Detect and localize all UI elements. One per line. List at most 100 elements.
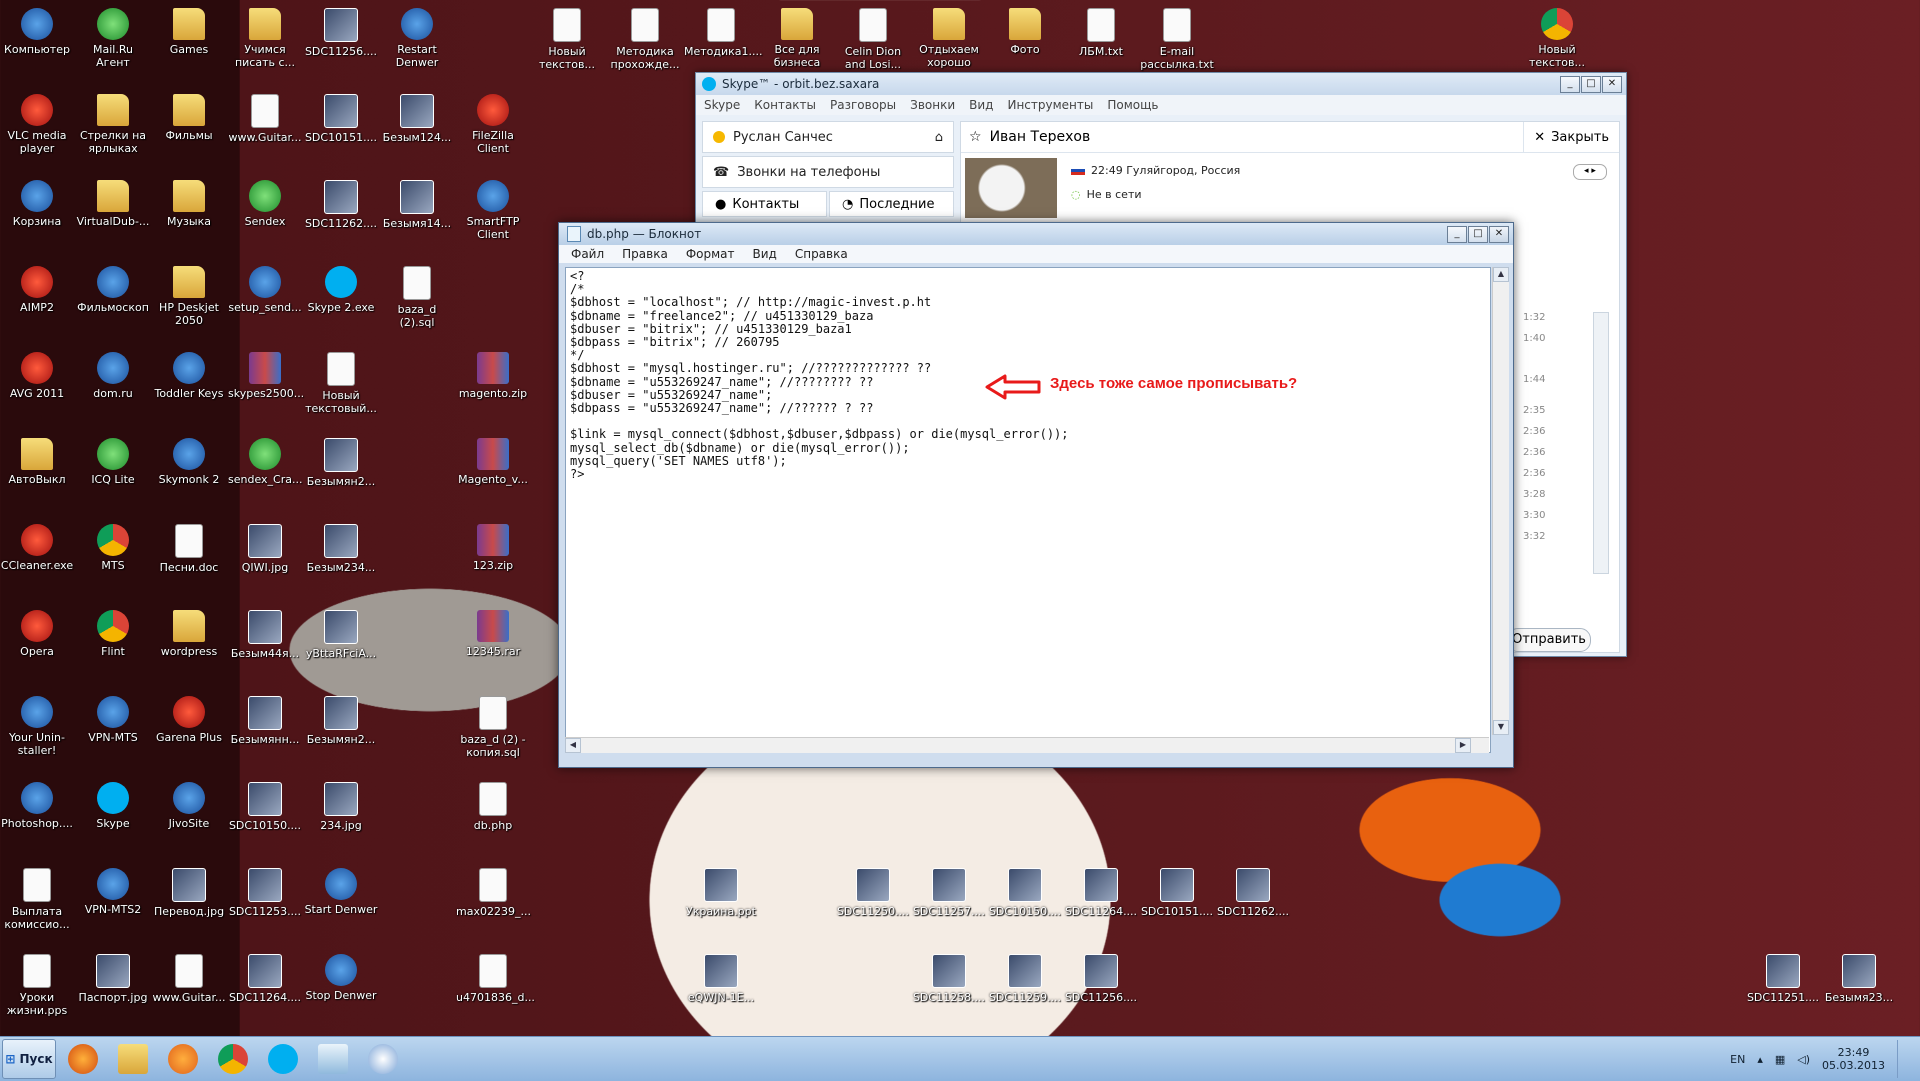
tab-recent[interactable]: ◔ Последние [829,191,954,217]
notepad-window[interactable]: db.php — Блокнот _ □ ✕ Файл Правка Формат В… [558,222,1514,768]
text-editor[interactable]: <? /* $dbhost = "localhost"; // http://m… [565,267,1491,753]
desktop-icon[interactable]: MTS [76,524,150,572]
desktop-icon[interactable]: QIWI.jpg [228,524,302,574]
chat-scrollbar[interactable] [1593,312,1609,574]
desktop-icon[interactable]: SDC11264.... [1064,868,1138,918]
taskbar-button[interactable] [260,1040,306,1078]
desktop-icon[interactable]: JivoSite [152,782,226,830]
desktop-icon[interactable]: SDC10150.... [228,782,302,832]
desktop-icon[interactable]: SDC11257.... [912,868,986,918]
star-icon[interactable]: ☆ [969,129,982,145]
notepad-menu-item[interactable]: Вид [753,247,777,261]
desktop-icon[interactable]: Фото [988,8,1062,56]
minimize-button[interactable]: _ [1447,225,1467,243]
desktop-icon[interactable]: Flint [76,610,150,658]
close-button[interactable]: ✕ [1489,225,1509,243]
desktop-icon[interactable]: Безымянн... [228,696,302,746]
desktop-icon[interactable]: Start Denwer [304,868,378,916]
volume-icon[interactable]: ◁) [1797,1053,1810,1066]
desktop-icon[interactable]: SDC11262.... [304,180,378,230]
desktop-icon[interactable]: SDC10151.... [1140,868,1214,918]
skype-menu-item[interactable]: Вид [969,98,993,112]
desktop-icon[interactable]: ЛБМ.txt [1064,8,1138,58]
taskbar-button[interactable] [210,1040,256,1078]
desktop-icon[interactable]: Все для бизнеса [760,8,834,69]
desktop-icon[interactable]: CCleaner.exe [0,524,74,572]
notepad-titlebar[interactable]: db.php — Блокнот _ □ ✕ [559,223,1513,245]
history-nav[interactable]: ◂ ▸ [1573,164,1607,180]
desktop-icon[interactable]: u4701836_d... [456,954,535,1004]
desktop-icon[interactable]: Безымян2... [304,696,378,746]
taskbar-button[interactable] [160,1040,206,1078]
desktop-icon[interactable]: Безымян2... [304,438,378,488]
desktop-icon[interactable]: Skype 2.exe [304,266,378,314]
notepad-menu-item[interactable]: Справка [795,247,848,261]
desktop-icon[interactable]: SDC10150.... [988,868,1062,918]
horizontal-scrollbar[interactable]: ◀ ▶ [565,737,1489,753]
desktop-icon[interactable]: Skymonk 2 [152,438,226,486]
desktop-icon[interactable]: Your Unin-staller! [0,696,74,757]
skype-menu-item[interactable]: Разговоры [830,98,896,112]
desktop-icon[interactable]: VLC media player [0,94,74,155]
notepad-menu-item[interactable]: Файл [571,247,604,261]
taskbar-button[interactable] [110,1040,156,1078]
skype-titlebar[interactable]: Skype™ - orbit.bez.saxara _ □ ✕ [696,73,1626,95]
close-button[interactable]: ✕ [1602,75,1622,93]
scroll-right-icon[interactable]: ▶ [1455,738,1471,753]
vertical-scrollbar[interactable]: ▲ ▼ [1492,267,1509,735]
send-button[interactable]: Отправить [1507,628,1591,652]
desktop-icon[interactable]: www.Guitar... [152,954,226,1004]
skype-menu-item[interactable]: Контакты [754,98,816,112]
desktop-icon[interactable]: eQWJN-1E... [684,954,758,1004]
clock[interactable]: 23:49 05.03.2013 [1822,1046,1885,1072]
desktop-icon[interactable]: Celin Dion and Losi... [836,8,910,71]
desktop-icon[interactable]: SDC11256.... [1064,954,1138,1004]
desktop-icon[interactable]: Паспорт.jpg [76,954,150,1004]
desktop-icon[interactable]: Учимся писать с... [228,8,302,69]
desktop-icon[interactable]: wordpress [152,610,226,658]
skype-menu-item[interactable]: Инструменты [1007,98,1093,112]
desktop-icon[interactable]: Отдыхаем хорошо [912,8,986,69]
taskbar-button[interactable] [310,1040,356,1078]
desktop-icon[interactable]: 12345.rar [456,610,530,658]
desktop-icon[interactable]: baza_d (2) - копия.sql [456,696,530,759]
skype-menu-item[interactable]: Помощь [1107,98,1158,112]
skype-menu-item[interactable]: Звонки [910,98,955,112]
desktop-icon[interactable]: Photoshop.... [0,782,74,830]
maximize-button[interactable]: □ [1468,225,1488,243]
desktop-icon[interactable]: Garena Plus [152,696,226,744]
desktop-icon[interactable]: VPN-MTS2 [76,868,150,916]
desktop-icon[interactable]: Restart Denwer [380,8,454,69]
desktop-icon[interactable]: Новый текстов... [1520,8,1594,69]
desktop-icon[interactable]: Выплата комиссио... [0,868,74,931]
home-icon[interactable]: ⌂ [935,130,943,145]
desktop-icon[interactable]: Stop Denwer [304,954,378,1002]
desktop-icon[interactable]: Музыка [152,180,226,228]
notepad-menu-item[interactable]: Правка [622,247,668,261]
desktop-icon[interactable]: Games [152,8,226,56]
desktop-icon[interactable]: baza_d (2).sql [380,266,454,329]
scroll-down-icon[interactable]: ▼ [1493,720,1509,735]
skype-menu-item[interactable]: Skype [704,98,740,112]
network-icon[interactable]: ▦ [1775,1053,1785,1066]
language-indicator[interactable]: EN [1730,1053,1745,1066]
desktop-icon[interactable]: SDC11264.... [228,954,302,1004]
desktop-icon[interactable]: yBttaRFciA... [304,610,378,660]
desktop-icon[interactable]: dom.ru [76,352,150,400]
desktop-icon[interactable]: Sendex [228,180,302,228]
desktop-icon[interactable]: SDC11256.... [304,8,378,58]
calls-button[interactable]: ☎ Звонки на телефоны [702,156,954,188]
desktop-icon[interactable]: SDC11259.... [988,954,1062,1004]
desktop-icon[interactable]: Методика1.... [684,8,763,58]
desktop-icon[interactable]: AVG 2011 [0,352,74,400]
tab-contacts[interactable]: ● Контакты [702,191,827,217]
desktop-icon[interactable]: Песни.doc [152,524,226,574]
desktop-icon[interactable]: sendex_Cra... [228,438,302,486]
maximize-button[interactable]: □ [1581,75,1601,93]
desktop-icon[interactable]: Стрелки на ярлыках [76,94,150,155]
desktop-icon[interactable]: Корзина [0,180,74,228]
scroll-up-icon[interactable]: ▲ [1493,267,1509,282]
desktop-icon[interactable]: Методика прохожде... [608,8,682,71]
desktop-icon[interactable]: Toddler Keys [152,352,226,400]
taskbar-button[interactable] [360,1040,406,1078]
